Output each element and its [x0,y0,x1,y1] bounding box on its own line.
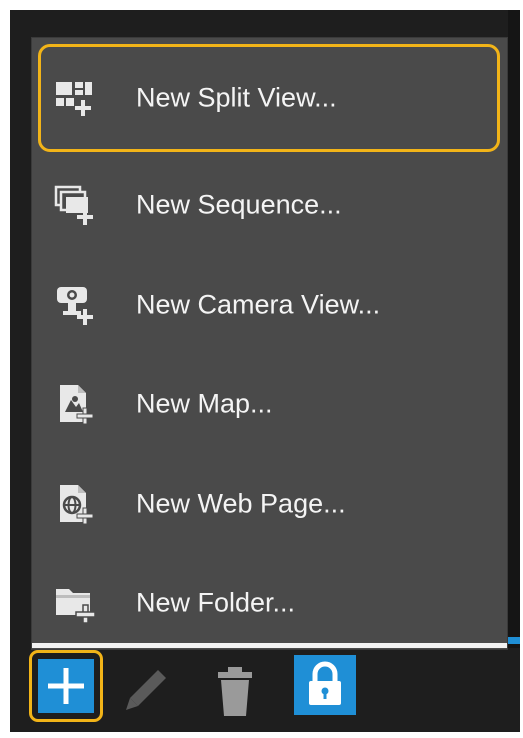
menu-item-label: New Camera View... [136,289,381,320]
menu-item-label: New Map... [136,388,273,419]
add-button[interactable] [29,650,103,722]
menu-item-new-map[interactable]: New Map... [32,354,507,454]
lock-button[interactable] [294,655,356,715]
menu-item-label: New Folder... [136,587,296,618]
map-icon [60,385,94,425]
menu-item-new-camera-view[interactable]: New Camera View... [32,255,507,355]
app-frame: New Split View... New Sequence... New Ca… [10,10,520,732]
sequence-icon [54,185,93,225]
folder-icon [56,589,96,624]
menu-bottom-divider [32,643,507,648]
side-panel-edge [508,10,520,732]
new-item-menu: New Split View... New Sequence... New Ca… [32,38,507,649]
menu-item-new-web-page[interactable]: New Web Page... [32,454,507,554]
delete-button[interactable] [206,662,264,720]
menu-item-new-folder[interactable]: New Folder... [32,553,507,653]
edit-pencil-icon [126,670,166,710]
menu-item-new-split-view[interactable]: New Split View... [38,44,500,152]
lock-icon [309,661,341,705]
menu-item-label: New Sequence... [136,189,342,220]
trash-icon [218,667,252,716]
add-icon [38,659,94,713]
menu-item-new-sequence[interactable]: New Sequence... [32,155,507,255]
camera-view-icon [57,287,93,325]
split-view-icon [56,82,92,116]
menu-item-label: New Split View... [136,82,337,113]
edit-button[interactable] [118,662,176,720]
web-page-icon [60,485,94,525]
menu-item-label: New Web Page... [136,488,346,519]
selection-accent [508,637,520,644]
